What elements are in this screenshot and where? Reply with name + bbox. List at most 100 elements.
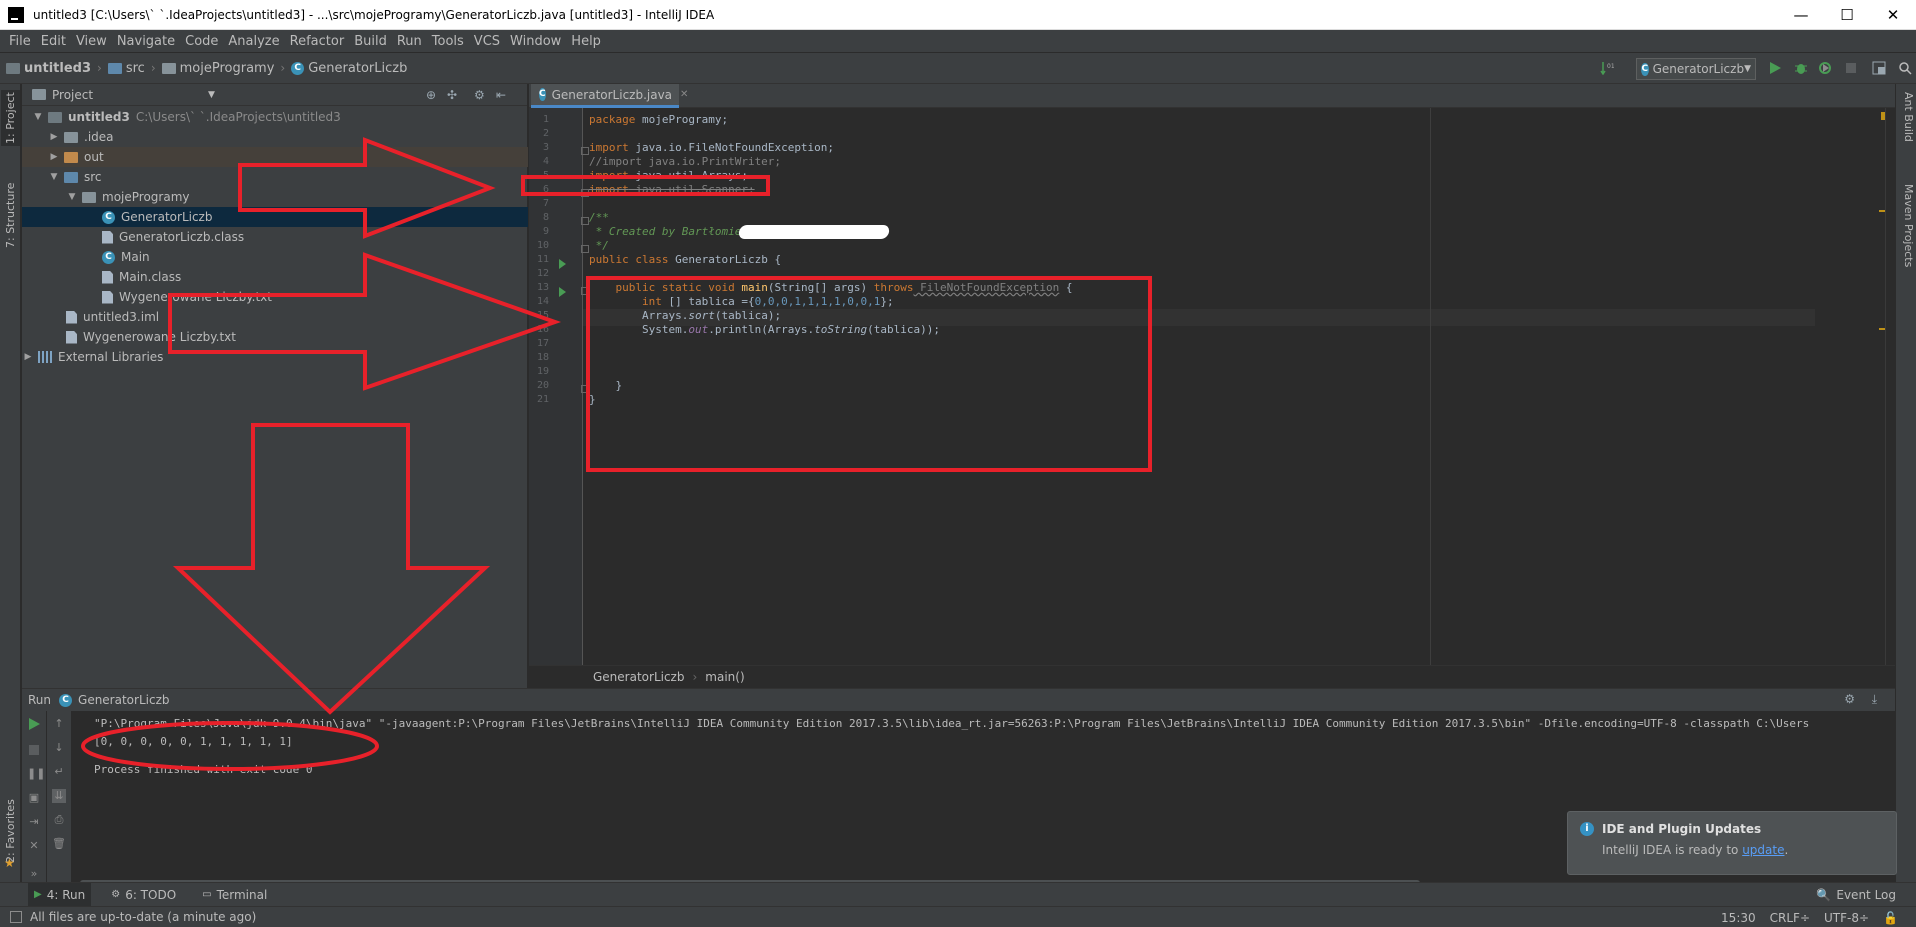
coverage-icon[interactable] xyxy=(1818,61,1832,75)
soft-wrap-icon[interactable]: ↵ xyxy=(52,765,66,779)
maximize-button[interactable]: ☐ xyxy=(1824,0,1870,30)
expand-arrow-icon[interactable]: ▶ xyxy=(22,352,34,362)
crumb-src[interactable]: src xyxy=(107,61,145,76)
tree-item-main[interactable]: Main xyxy=(22,247,528,267)
tool-windows-toggle-icon[interactable] xyxy=(10,911,22,923)
tree-item-untitled3[interactable]: ▼ untitled3 C:\Users\` `.IdeaProjects\unt… xyxy=(22,107,528,127)
menu-vcs[interactable]: VCS xyxy=(469,34,505,49)
code-editor[interactable]: package mojeProgramy; import java.io.Fil… xyxy=(583,108,1889,665)
sort-icon[interactable]: 01 xyxy=(1600,61,1614,75)
expand-arrow-icon[interactable]: ▶ xyxy=(48,152,60,162)
tree-item-idea[interactable]: ▶ .idea xyxy=(22,127,528,147)
tree-item-wygenerowane-liczby[interactable]: Wygenerowane Liczby.txt xyxy=(22,287,528,307)
window-title: untitled3 [C:\Users\` `.IdeaProjects\unt… xyxy=(33,7,715,22)
tree-item-untitled3-iml[interactable]: untitled3.iml xyxy=(22,307,528,327)
search-icon[interactable] xyxy=(1898,61,1912,75)
scroll-up-icon[interactable]: ↑ xyxy=(52,717,66,731)
menu-edit[interactable]: Edit xyxy=(36,34,71,49)
menu-tools[interactable]: Tools xyxy=(427,34,469,49)
fold-marker-icon[interactable] xyxy=(581,385,589,393)
gear-icon[interactable]: ⚙ xyxy=(1844,692,1855,706)
menu-build[interactable]: Build xyxy=(349,34,392,49)
menu-bar: File Edit View Navigate Code Analyze Ref… xyxy=(0,30,1916,52)
lock-icon[interactable]: 🔓 xyxy=(1883,911,1898,925)
collapse-all-icon[interactable]: ✣ xyxy=(447,88,461,102)
scroll-from-source-icon[interactable]: ⊕ xyxy=(426,88,440,102)
editor-crumb-method[interactable]: main() xyxy=(705,670,744,684)
run-gutter-icon[interactable] xyxy=(559,259,566,269)
tree-item-mojeprogramy[interactable]: ▼ mojeProgramy xyxy=(22,187,528,207)
expand-arrow-icon[interactable]: ▼ xyxy=(66,192,78,202)
tree-item-out[interactable]: ▶ out xyxy=(22,147,528,167)
tool-tab-todo[interactable]: ⚙ 6: TODO xyxy=(105,883,182,907)
menu-navigate[interactable]: Navigate xyxy=(112,34,180,49)
hide-panel-icon[interactable]: ⤓ xyxy=(1872,692,1877,707)
close-icon[interactable]: ✕ xyxy=(27,839,41,853)
menu-file[interactable]: File xyxy=(4,34,36,49)
run-configuration-selector[interactable]: GeneratorLiczb ▼ xyxy=(1636,58,1756,80)
editor-vertical-scrollbar[interactable] xyxy=(1885,108,1893,665)
fold-marker-icon[interactable] xyxy=(581,217,589,225)
tool-tab-structure[interactable]: 7: Structure xyxy=(1,180,20,250)
caret-position[interactable]: 15:30 xyxy=(1721,911,1756,925)
scroll-to-end-icon[interactable]: ⇊ xyxy=(52,789,66,803)
tool-tab-run[interactable]: ▶ 4: Run xyxy=(28,882,92,907)
fold-marker-icon[interactable] xyxy=(581,287,589,295)
crumb-package[interactable]: mojeProgramy xyxy=(161,61,274,76)
more-icon[interactable]: » xyxy=(27,867,41,881)
rerun-icon[interactable] xyxy=(27,717,41,731)
menu-analyze[interactable]: Analyze xyxy=(223,34,284,49)
tool-tab-ant-build[interactable]: Ant Build xyxy=(1898,92,1915,162)
expand-arrow-icon[interactable]: ▼ xyxy=(48,172,60,182)
close-button[interactable]: ✕ xyxy=(1870,0,1916,30)
file-encoding[interactable]: UTF-8÷ xyxy=(1824,911,1869,925)
tree-item-generatorliczb[interactable]: GeneratorLiczb xyxy=(22,207,528,227)
trash-icon[interactable]: 🗑 xyxy=(52,837,66,851)
gear-icon[interactable]: ⚙ xyxy=(474,88,488,102)
menu-code[interactable]: Code xyxy=(180,34,223,49)
project-structure-icon[interactable] xyxy=(1872,61,1886,75)
tree-item-main-class[interactable]: Main.class xyxy=(22,267,528,287)
line-separator[interactable]: CRLF÷ xyxy=(1770,911,1810,925)
stop-icon[interactable] xyxy=(1844,61,1858,75)
run-gutter-icon[interactable] xyxy=(559,287,566,297)
tree-item-wygenerowane-liczby-root[interactable]: Wygenerowane Liczby.txt xyxy=(22,327,528,347)
menu-window[interactable]: Window xyxy=(505,34,566,49)
tab-generatorliczb-java[interactable]: GeneratorLiczb.java ✕ xyxy=(531,84,688,108)
menu-run[interactable]: Run xyxy=(392,34,427,49)
menu-help[interactable]: Help xyxy=(566,34,606,49)
crumb-class[interactable]: GeneratorLiczb xyxy=(291,61,407,76)
update-link[interactable]: update xyxy=(1742,843,1784,857)
window-controls: — ☐ ✕ xyxy=(1778,0,1916,30)
minimize-button[interactable]: — xyxy=(1778,0,1824,30)
crumb-project[interactable]: untitled3 xyxy=(6,61,91,76)
scroll-down-icon[interactable]: ↓ xyxy=(52,741,66,755)
fold-marker-icon[interactable] xyxy=(581,189,589,197)
project-view-selector[interactable]: Project xyxy=(52,88,93,102)
editor-crumb-class[interactable]: GeneratorLiczb xyxy=(593,670,684,684)
tool-tab-project[interactable]: 1: Project xyxy=(1,90,20,146)
tool-tab-terminal[interactable]: ▭ Terminal xyxy=(196,883,273,907)
expand-arrow-icon[interactable]: ▼ xyxy=(32,112,44,122)
stop-icon[interactable] xyxy=(27,743,41,757)
tree-item-external-libraries[interactable]: ▶ External Libraries xyxy=(22,347,528,367)
close-tab-icon[interactable]: ✕ xyxy=(680,89,688,100)
tool-tab-maven[interactable]: Maven Projects xyxy=(1898,184,1915,284)
exit-icon[interactable]: ⇥ xyxy=(27,815,41,829)
tree-item-src[interactable]: ▼ src xyxy=(22,167,528,187)
chevron-down-icon[interactable]: ▼ xyxy=(208,90,215,100)
fold-marker-icon[interactable] xyxy=(581,147,589,155)
fold-marker-icon[interactable] xyxy=(581,245,589,253)
print-icon[interactable]: ⎙ xyxy=(52,813,66,827)
dump-threads-icon[interactable]: ▣ xyxy=(27,791,41,805)
run-tab-generatorliczb[interactable]: GeneratorLiczb xyxy=(78,693,169,707)
menu-refactor[interactable]: Refactor xyxy=(285,34,350,49)
tree-item-generatorliczb-class[interactable]: GeneratorLiczb.class xyxy=(22,227,528,247)
pause-icon[interactable]: ❚❚ xyxy=(27,767,45,781)
expand-arrow-icon[interactable]: ▶ xyxy=(48,132,60,142)
hide-panel-icon[interactable]: ⇤ xyxy=(496,88,510,102)
menu-view[interactable]: View xyxy=(71,34,112,49)
run-icon[interactable] xyxy=(1768,61,1782,75)
debug-icon[interactable] xyxy=(1794,61,1808,75)
tool-tab-event-log[interactable]: 🔍 Event Log xyxy=(1816,883,1896,907)
